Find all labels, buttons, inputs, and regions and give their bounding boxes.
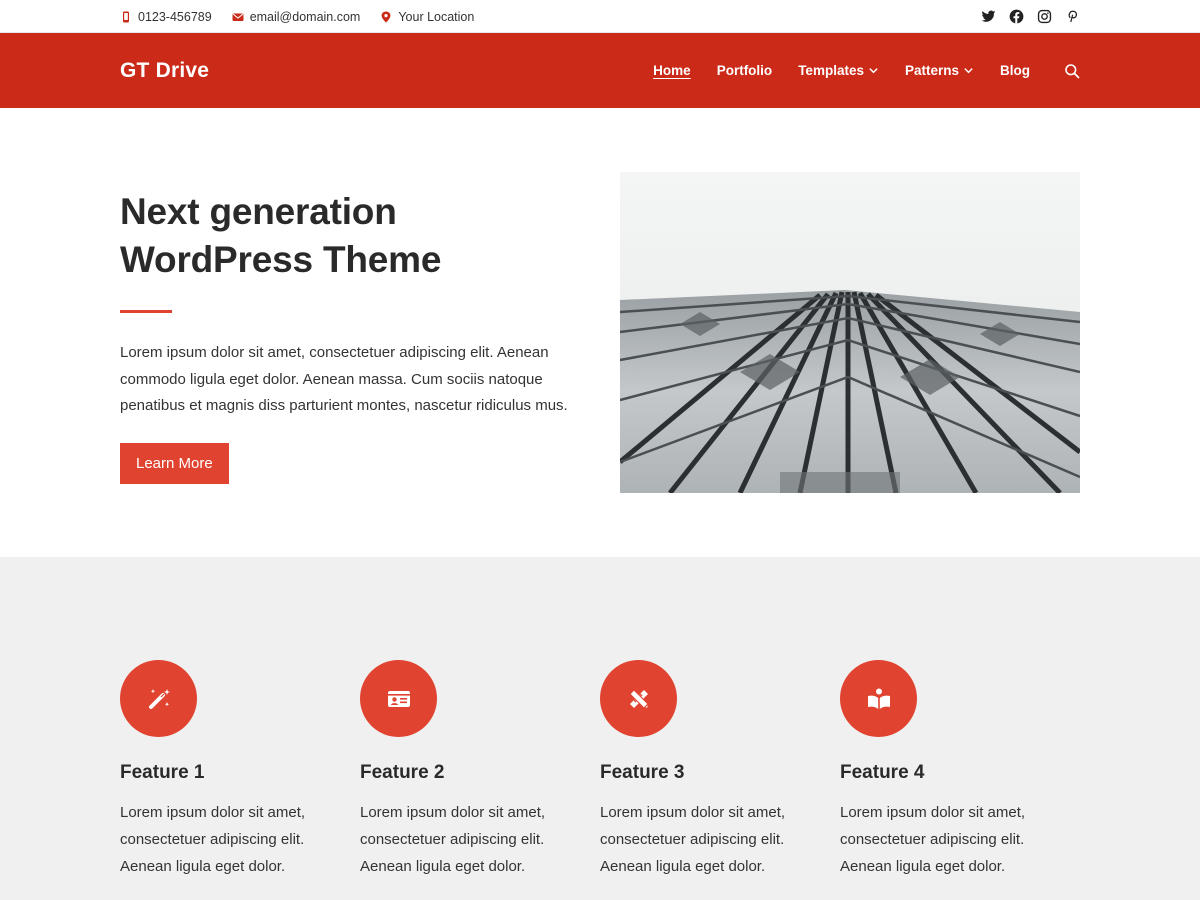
- feature-icon-circle: [600, 660, 677, 737]
- feature-card: Feature 4 Lorem ipsum dolor sit amet, co…: [840, 660, 1080, 880]
- feature-title: Feature 4: [840, 762, 925, 783]
- nav-label-portfolio[interactable]: Portfolio: [717, 63, 773, 78]
- pinterest-icon[interactable]: [1065, 9, 1080, 24]
- nav-label-patterns[interactable]: Patterns: [905, 63, 959, 78]
- nav-label-home[interactable]: Home: [653, 63, 691, 78]
- feature-icon-circle: [120, 660, 197, 737]
- email-address[interactable]: email@domain.com: [250, 10, 361, 24]
- magic-wand-icon: [148, 688, 170, 709]
- search-icon[interactable]: [1064, 63, 1080, 79]
- feature-icon-circle: [840, 660, 917, 737]
- learn-more-button[interactable]: Learn More: [120, 442, 229, 484]
- feature-description: Lorem ipsum dolor sit amet, consectetuer…: [840, 804, 1026, 875]
- main-nav: Home Portfolio Templates Patterns Blog: [627, 63, 1080, 79]
- pencil-ruler-icon: [628, 688, 648, 708]
- feature-icon-circle: [360, 660, 437, 737]
- site-title[interactable]: GT Drive: [120, 59, 209, 83]
- location-text: Your Location: [398, 9, 475, 24]
- hero-image: [620, 172, 1080, 493]
- feature-description: Lorem ipsum dolor sit amet, consectetuer…: [600, 804, 786, 875]
- feature-title: Feature 2: [360, 762, 445, 783]
- phone-item: 0123-456789: [120, 10, 212, 24]
- phone-icon: [123, 11, 129, 22]
- hero-section: Next generation WordPress Theme Lorem ip…: [0, 108, 1200, 557]
- social-links: [981, 9, 1080, 24]
- feature-card: Feature 1 Lorem ipsum dolor sit amet, co…: [120, 660, 360, 880]
- facebook-icon[interactable]: [1009, 9, 1024, 24]
- chevron-down-icon[interactable]: [868, 65, 879, 76]
- hero-title: Next generation WordPress Theme: [120, 188, 590, 284]
- feature-description: Lorem ipsum dolor sit amet, consectetuer…: [360, 804, 546, 875]
- feature-card: Feature 3 Lorem ipsum dolor sit amet, co…: [600, 660, 840, 880]
- phone-number: 0123-456789: [138, 9, 212, 24]
- email-item[interactable]: email@domain.com: [232, 10, 361, 24]
- site-header: GT Drive Home Portfolio Templates Patter…: [0, 33, 1200, 108]
- nav-item-blog[interactable]: Blog: [1000, 63, 1030, 78]
- map-pin-icon: [381, 11, 391, 22]
- hero-text: Next generation WordPress Theme Lorem ip…: [120, 188, 590, 484]
- feature-description: Lorem ipsum dolor sit amet, consectetuer…: [120, 804, 306, 875]
- feature-card: Feature 2 Lorem ipsum dolor sit amet, co…: [360, 660, 600, 880]
- hero-description: Lorem ipsum dolor sit amet, consectetuer…: [120, 344, 568, 414]
- nav-label-templates[interactable]: Templates: [798, 63, 864, 78]
- feature-title: Feature 3: [600, 762, 685, 783]
- feature-title: Feature 1: [120, 762, 205, 783]
- nav-item-patterns[interactable]: Patterns: [905, 63, 974, 78]
- features-section: Feature 1 Lorem ipsum dolor sit amet, co…: [0, 557, 1200, 900]
- hero-divider: [120, 310, 172, 313]
- nav-item-portfolio[interactable]: Portfolio: [717, 63, 773, 78]
- nav-label-blog[interactable]: Blog: [1000, 63, 1030, 78]
- top-bar: 0123-456789 email@domain.com Your Locati…: [0, 0, 1200, 33]
- envelope-icon: [232, 13, 244, 21]
- twitter-icon[interactable]: [981, 9, 996, 24]
- chevron-down-icon[interactable]: [963, 65, 974, 76]
- nav-item-home[interactable]: Home: [653, 63, 691, 78]
- instagram-icon[interactable]: [1037, 9, 1052, 24]
- contact-info: 0123-456789 email@domain.com Your Locati…: [120, 10, 474, 24]
- location-item: Your Location: [380, 10, 474, 24]
- hero-title-line-2: WordPress Theme: [120, 239, 442, 280]
- reader-icon: [867, 688, 890, 709]
- hero-title-line-1: Next generation: [120, 191, 397, 232]
- nav-item-templates[interactable]: Templates: [798, 63, 879, 78]
- id-card-icon: [387, 690, 410, 707]
